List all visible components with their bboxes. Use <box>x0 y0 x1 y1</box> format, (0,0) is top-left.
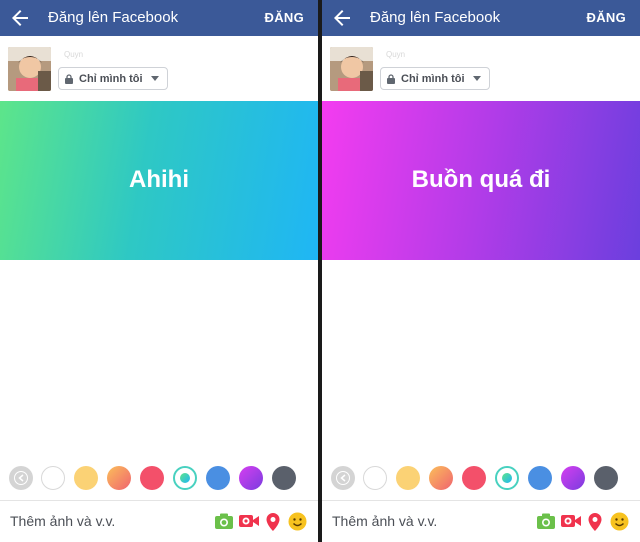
text-background-banner[interactable]: Buồn quá đi <box>322 101 640 260</box>
post-button[interactable]: ĐĂNG <box>587 10 626 25</box>
chevron-down-icon <box>472 76 481 81</box>
swatch-orange[interactable] <box>107 466 131 490</box>
location-pin-icon[interactable] <box>265 512 281 532</box>
page-title: Đăng lên Facebook <box>48 9 179 26</box>
swatch-blue[interactable] <box>528 466 552 490</box>
composer-screen-right: Đăng lên Facebook ĐĂNG Quyn Chỉ mình tôi… <box>322 0 640 542</box>
page-title: Đăng lên Facebook <box>370 9 501 26</box>
palette-prev-button[interactable] <box>9 466 33 490</box>
add-media-label[interactable]: Thêm ảnh và v.v. <box>10 513 115 529</box>
smiley-face-icon[interactable] <box>288 512 307 531</box>
back-arrow-icon[interactable] <box>8 6 32 30</box>
swatch-red[interactable] <box>462 466 486 490</box>
banner-text[interactable]: Ahihi <box>129 166 189 194</box>
background-palette <box>322 466 640 492</box>
swatch-yellow[interactable] <box>74 466 98 490</box>
privacy-label: Chỉ mình tôi <box>79 72 143 85</box>
avatar <box>330 47 373 91</box>
swatch-blue[interactable] <box>206 466 230 490</box>
add-media-label[interactable]: Thêm ảnh và v.v. <box>332 513 437 529</box>
background-palette <box>0 466 318 492</box>
privacy-label: Chỉ mình tôi <box>401 72 465 85</box>
swatch-purple[interactable] <box>561 466 585 490</box>
chevron-left-icon <box>18 474 24 482</box>
swatch-red[interactable] <box>140 466 164 490</box>
swatch-orange[interactable] <box>429 466 453 490</box>
video-camera-icon[interactable] <box>560 512 582 530</box>
swatch-selected[interactable] <box>495 466 519 490</box>
post-button[interactable]: ĐĂNG <box>265 10 304 25</box>
swatch-white[interactable] <box>41 466 65 490</box>
banner-text[interactable]: Buồn quá đi <box>412 166 551 194</box>
top-bar: Đăng lên Facebook ĐĂNG <box>322 0 640 36</box>
lock-icon <box>387 73 395 84</box>
swatch-white[interactable] <box>363 466 387 490</box>
composer-screen-left: Đăng lên Facebook ĐĂNG Quyn Chỉ mình tôi… <box>0 0 318 542</box>
text-background-banner[interactable]: Ahihi <box>0 101 318 260</box>
chevron-left-icon <box>340 474 346 482</box>
username: Quyn <box>386 50 406 59</box>
camera-icon[interactable] <box>536 512 556 530</box>
back-arrow-icon[interactable] <box>330 6 354 30</box>
location-pin-icon[interactable] <box>587 512 603 532</box>
chevron-down-icon <box>150 76 159 81</box>
swatch-yellow[interactable] <box>396 466 420 490</box>
bottom-bar: Thêm ảnh và v.v. <box>0 501 318 542</box>
bottom-bar: Thêm ảnh và v.v. <box>322 501 640 542</box>
palette-prev-button[interactable] <box>331 466 355 490</box>
avatar <box>8 47 51 91</box>
privacy-selector[interactable]: Chỉ mình tôi <box>380 67 490 90</box>
swatch-purple[interactable] <box>239 466 263 490</box>
swatch-dark-gray[interactable] <box>594 466 618 490</box>
privacy-selector[interactable]: Chỉ mình tôi <box>58 67 168 90</box>
video-camera-icon[interactable] <box>238 512 260 530</box>
camera-icon[interactable] <box>214 512 234 530</box>
swatch-dark-gray[interactable] <box>272 466 296 490</box>
swatch-selected[interactable] <box>173 466 197 490</box>
smiley-face-icon[interactable] <box>610 512 629 531</box>
lock-icon <box>65 73 73 84</box>
top-bar: Đăng lên Facebook ĐĂNG <box>0 0 318 36</box>
username: Quyn <box>64 50 84 59</box>
